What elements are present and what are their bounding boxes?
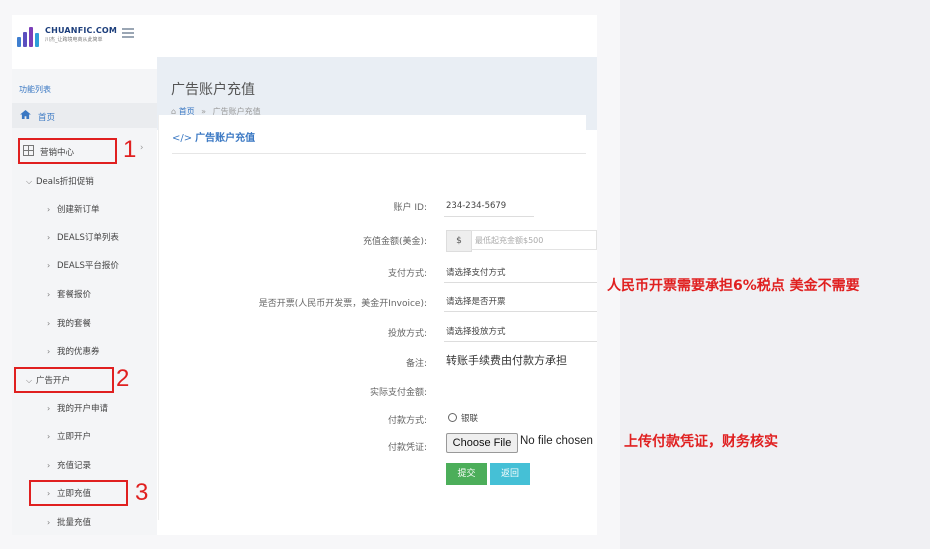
invoice-underline <box>444 311 597 312</box>
sidebar-item-label: 我的套餐 <box>57 319 92 329</box>
delivery-underline <box>444 341 597 342</box>
sidebar-item-deals-orders[interactable]: › DEALS订单列表 <box>47 231 119 243</box>
chevron-down-icon: ⌵ <box>26 177 33 186</box>
chevron-right-icon: › <box>47 432 51 441</box>
delivery-label: 投放方式: <box>387 329 427 339</box>
annotation-box-recharge-now <box>29 480 128 506</box>
sidebar-group-deals[interactable]: ⌵ Deals折扣促销 <box>26 175 94 187</box>
sidebar-item-my-packages[interactable]: › 我的套餐 <box>47 317 91 329</box>
sidebar-item-label: 批量充值 <box>57 518 92 528</box>
chevron-right-icon: › <box>47 205 51 214</box>
sidebar-item-my-applications[interactable]: › 我的开户申请 <box>47 402 108 414</box>
account-id-value[interactable]: 234-234-5679 <box>446 201 506 211</box>
file-status: No file chosen <box>520 435 593 447</box>
sidebar-item-my-coupons[interactable]: › 我的优惠券 <box>47 345 100 357</box>
sidebar-item-package-quote[interactable]: › 套餐报价 <box>47 288 91 300</box>
brand-tagline: 川杰_让跨境电商从此简单 <box>45 37 103 43</box>
chevron-right-icon: › <box>47 518 51 527</box>
sidebar-home-label: 首页 <box>38 113 56 123</box>
annotation-number-3: 3 <box>135 479 149 506</box>
annotation-number-2: 2 <box>116 365 130 392</box>
sidebar-item-home[interactable]: 首页 <box>12 103 157 128</box>
chevron-right-icon: › <box>47 290 51 299</box>
sidebar-item-label: 创建新订单 <box>57 205 100 215</box>
annotation-note-tax: 人民币开票需要承担6%税点 美金不需要 <box>607 278 860 294</box>
annotation-box-marketing <box>18 138 117 164</box>
annotation-note-upload: 上传付款凭证，财务核实 <box>624 434 778 450</box>
account-id-underline <box>444 216 534 217</box>
payment-option-label: 银联 <box>461 414 479 424</box>
brand-name: CHUANFIC.COM <box>45 26 118 35</box>
voucher-label: 付款凭证: <box>387 443 427 453</box>
chevron-right-icon: › <box>47 319 51 328</box>
amount-label: 充值金额(美金): <box>362 237 427 247</box>
payment-option-unionpay[interactable]: 银联 <box>448 412 478 424</box>
radio-icon <box>448 413 457 422</box>
annotation-box-ad-account <box>14 367 114 393</box>
sidebar-item-label: 充值记录 <box>57 461 92 471</box>
sidebar-item-recharge-records[interactable]: › 充值记录 <box>47 459 91 471</box>
remark-label: 备注: <box>405 359 427 369</box>
menu-toggle-icon[interactable] <box>122 28 136 39</box>
sidebar-item-label: 立即开户 <box>57 432 92 442</box>
pay-method-label: 支付方式: <box>387 269 427 279</box>
home-icon <box>20 110 31 119</box>
choose-file-button[interactable]: Choose File <box>446 433 518 453</box>
amount-input[interactable]: 最低起充金额$500 <box>471 230 597 250</box>
page-title: 广告账户充值 <box>171 82 255 98</box>
sidebar-item-label: 我的优惠券 <box>57 347 100 357</box>
invoice-select[interactable]: 请选择是否开票 <box>446 295 506 307</box>
chevron-right-icon: › <box>47 404 51 413</box>
sidebar-item-deals-create[interactable]: › 创建新订单 <box>47 203 100 215</box>
code-icon: </> <box>172 133 193 144</box>
sidebar-item-label: DEALS订单列表 <box>57 233 119 243</box>
brand-logo-icon <box>17 21 43 47</box>
chevron-right-icon: › <box>47 347 51 356</box>
panel-title-text: 广告账户充值 <box>195 133 256 144</box>
pay-method-select[interactable]: 请选择支付方式 <box>446 266 506 278</box>
remark-value: 转账手续费由付款方承担 <box>446 354 567 367</box>
top-bar: CHUANFIC.COM 川杰_让跨境电商从此简单 <box>12 15 597 57</box>
invoice-label: 是否开票(人民币开发票，美金开Invoice): <box>258 299 427 309</box>
chevron-right-icon: › <box>140 143 144 153</box>
sidebar-item-batch-recharge[interactable]: › 批量充值 <box>47 516 91 528</box>
sidebar-item-label: 套餐报价 <box>57 290 92 300</box>
sidebar-item-label: DEALS平台报价 <box>57 261 119 271</box>
payment-type-label: 付款方式: <box>387 416 427 426</box>
back-button[interactable]: 返回 <box>490 463 530 485</box>
sidebar-item-deals-quote[interactable]: › DEALS平台报价 <box>47 259 119 271</box>
submit-button[interactable]: 提交 <box>446 463 487 485</box>
delivery-select[interactable]: 请选择投放方式 <box>446 325 506 337</box>
account-id-label: 账户 ID: <box>393 203 427 213</box>
sidebar-heading: 功能列表 <box>19 85 51 94</box>
sidebar-deals-label: Deals折扣促销 <box>36 177 94 187</box>
recharge-panel: </> 广告账户充值 <box>158 115 586 520</box>
chevron-right-icon: › <box>47 261 51 270</box>
chevron-right-icon: › <box>47 233 51 242</box>
actual-amount-label: 实际支付金额: <box>369 388 427 398</box>
panel-divider <box>172 153 586 154</box>
sidebar-item-open-account[interactable]: › 立即开户 <box>47 430 91 442</box>
sidebar-item-label: 我的开户申请 <box>57 404 109 414</box>
chevron-right-icon: › <box>47 461 51 470</box>
pay-method-underline <box>444 282 597 283</box>
panel-title: </> 广告账户充值 <box>172 129 255 144</box>
currency-addon: $ <box>446 230 472 252</box>
annotation-number-1: 1 <box>123 136 137 163</box>
